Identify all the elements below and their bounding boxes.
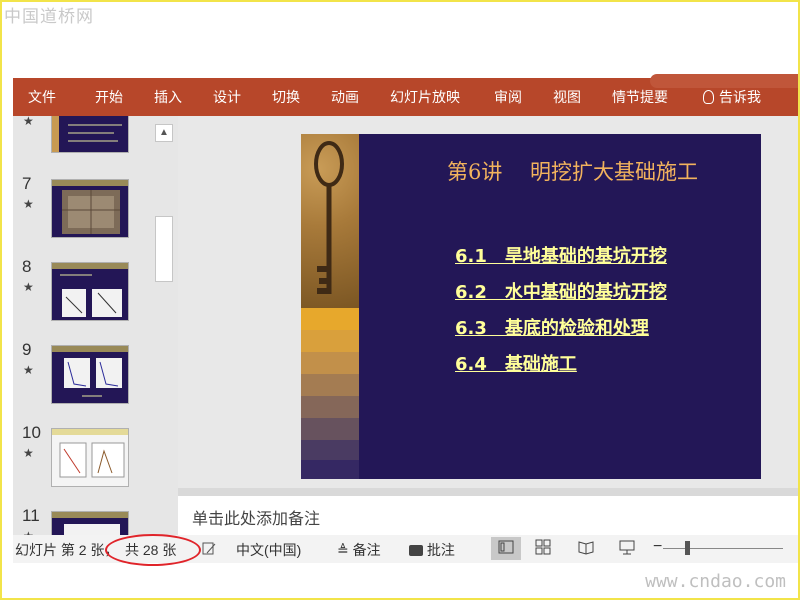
- zoom-slider[interactable]: [663, 548, 783, 549]
- tab-slide-show[interactable]: 幻灯片放映: [390, 78, 460, 116]
- spell-check-icon[interactable]: [201, 540, 217, 559]
- gradient-stripe: [301, 374, 359, 396]
- tab-insert[interactable]: 插入: [154, 78, 182, 116]
- tab-view[interactable]: 视图: [553, 78, 581, 116]
- annotation-circle: [105, 534, 201, 566]
- animation-star-icon: ★: [23, 280, 34, 294]
- lightbulb-icon: [703, 90, 714, 104]
- comments-label: 批注: [426, 542, 455, 558]
- language-indicator[interactable]: 中文(中国): [236, 540, 301, 560]
- thumbnail-preview: [52, 116, 122, 152]
- slide-thumbnail[interactable]: [51, 262, 129, 321]
- slide-number: 9: [22, 340, 32, 359]
- slide-number: 8: [22, 257, 32, 276]
- notes-toggle[interactable]: ≜ 备注: [337, 540, 381, 560]
- thumbnail-preview: [64, 358, 122, 397]
- slide-title[interactable]: 第6讲 明挖扩大基础施工: [447, 156, 698, 186]
- notes-icon: ≜: [337, 542, 349, 558]
- animation-star-icon: ★: [23, 116, 34, 128]
- comments-toggle[interactable]: 批注: [409, 540, 455, 560]
- animation-star-icon: ★: [23, 363, 34, 377]
- toc-item[interactable]: 6.3 基底的检验和处理: [455, 314, 649, 340]
- notes-label: 备注: [352, 542, 381, 558]
- gradient-stripe: [301, 440, 359, 460]
- current-slide[interactable]: 第6讲 明挖扩大基础施工 6.1 旱地基础的基坑开挖 6.2 水中基础的基坑开挖…: [301, 134, 761, 479]
- slide-thumbnail[interactable]: [51, 345, 129, 404]
- slide-thumbnail[interactable]: [51, 116, 129, 153]
- toc-item[interactable]: 6.2 水中基础的基坑开挖: [455, 278, 667, 304]
- slide-show-icon[interactable]: [619, 539, 635, 558]
- animation-star-icon: ★: [23, 446, 34, 460]
- key-icon: [314, 141, 344, 294]
- ribbon-tab-bar: 文件 开始 插入 设计 切换 动画 幻灯片放映 审阅 视图 情节提要 告诉我: [13, 74, 800, 116]
- tab-design[interactable]: 设计: [213, 78, 241, 116]
- watermark-bottom: www.cndao.com: [645, 571, 786, 592]
- notes-placeholder: 单击此处添加备注: [192, 511, 321, 528]
- notes-splitter[interactable]: [178, 488, 800, 496]
- zoom-slider-thumb[interactable]: [685, 541, 690, 555]
- tab-storyboarding[interactable]: 情节提要: [612, 78, 668, 116]
- thumbnail-scrollbar[interactable]: ▲: [153, 116, 178, 535]
- scroll-up-arrow-icon[interactable]: ▲: [155, 124, 173, 142]
- slide-number: 7: [22, 174, 32, 193]
- slide-thumbnail[interactable]: [51, 511, 129, 535]
- gradient-stripe: [301, 418, 359, 440]
- slide-thumbnail[interactable]: [51, 428, 129, 487]
- thumbnail-preview: [62, 190, 120, 234]
- tab-transitions[interactable]: 切换: [272, 78, 300, 116]
- scroll-thumb[interactable]: [155, 216, 173, 282]
- gradient-stripe: [301, 308, 359, 330]
- normal-view-icon[interactable]: [498, 539, 514, 558]
- tell-me-label: 告诉我: [719, 89, 761, 105]
- notes-pane[interactable]: 单击此处添加备注: [178, 496, 800, 535]
- gradient-stripe: [301, 396, 359, 418]
- gradient-stripe: [301, 352, 359, 374]
- tab-animations[interactable]: 动画: [331, 78, 359, 116]
- watermark-top: 中国道桥网: [4, 7, 94, 27]
- animation-star-icon: ★: [23, 197, 34, 211]
- zoom-out-icon[interactable]: −: [653, 538, 662, 556]
- gradient-stripe: [301, 330, 359, 352]
- slide-position: 幻灯片 第 2 张，: [15, 542, 119, 558]
- slide-thumbnail-pane[interactable]: ★ 7 ★ 8 ★ 9 ★ 10 ★ 11: [13, 116, 153, 535]
- tab-review[interactable]: 审阅: [494, 78, 522, 116]
- slide-sorter-icon[interactable]: [535, 539, 551, 558]
- slide-thumbnail[interactable]: [51, 179, 129, 238]
- toc-item[interactable]: 6.1 旱地基础的基坑开挖: [455, 242, 667, 268]
- gradient-stripe: [301, 460, 359, 479]
- tab-file[interactable]: 文件: [28, 78, 56, 116]
- slide-number: 10: [22, 423, 41, 442]
- slide-number: 11: [22, 506, 40, 525]
- tell-me-box[interactable]: 告诉我: [703, 78, 761, 116]
- thumbnail-preview: [60, 274, 122, 317]
- tab-home[interactable]: 开始: [95, 78, 123, 116]
- reading-view-icon[interactable]: [578, 539, 594, 558]
- thumbnail-preview: [59, 442, 125, 478]
- toc-item[interactable]: 6.4 基础施工: [455, 350, 577, 376]
- comment-icon: [409, 545, 423, 556]
- key-photo: [301, 134, 359, 308]
